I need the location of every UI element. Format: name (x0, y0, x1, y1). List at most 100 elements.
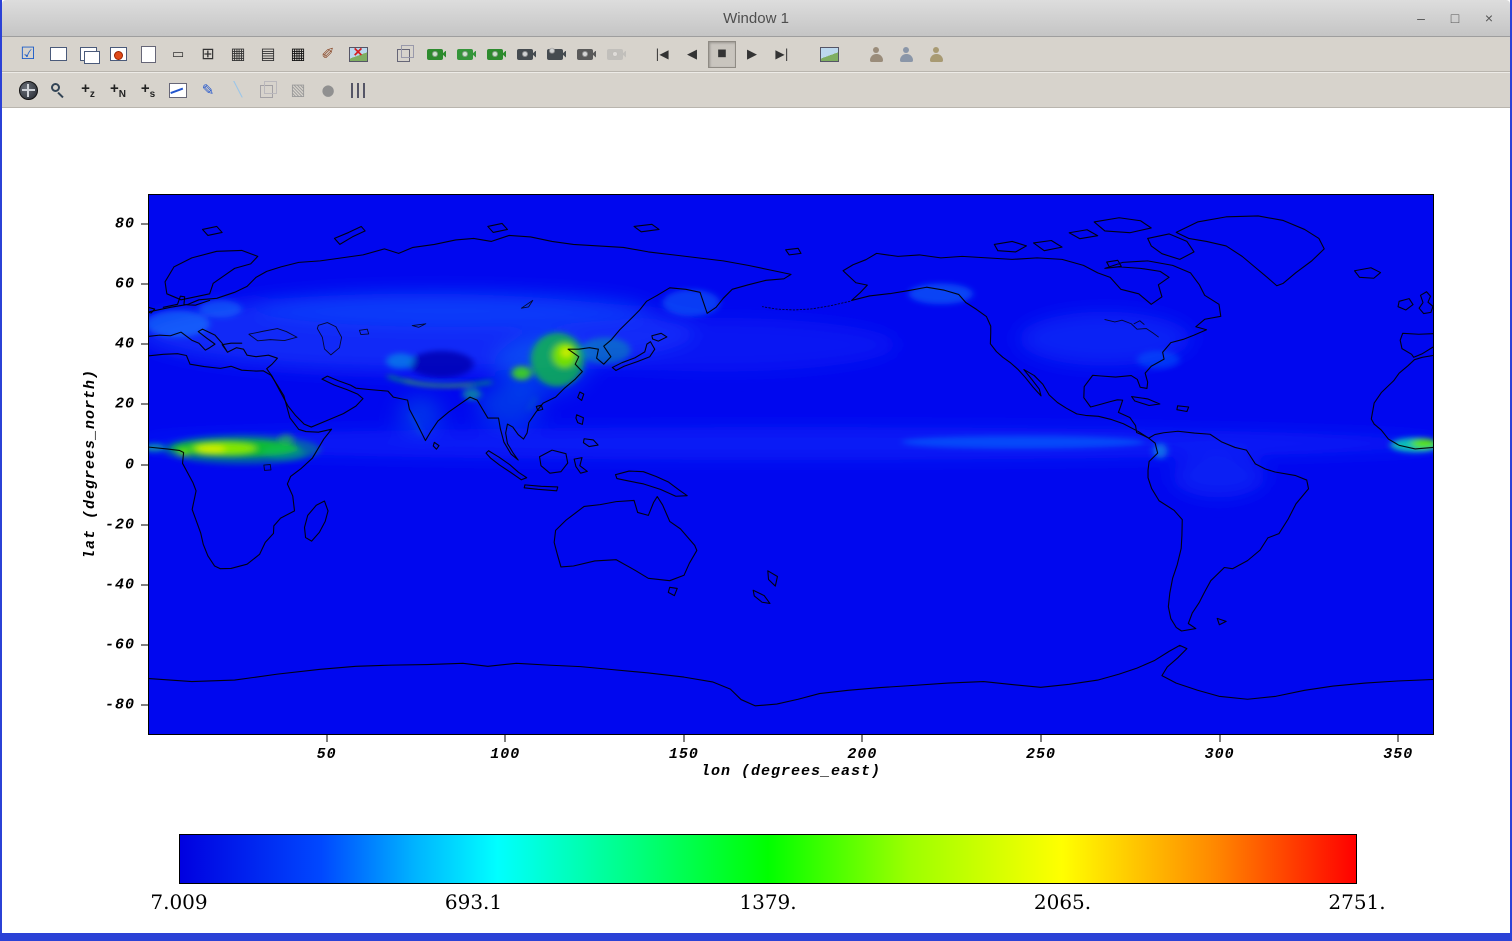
box-icon[interactable] (254, 77, 282, 104)
zoom-icon[interactable] (44, 77, 72, 104)
stop-icon[interactable]: ■ (708, 41, 736, 68)
y-tick-mark (141, 284, 148, 285)
y-tick-label: -80 (105, 696, 135, 713)
close-button[interactable]: × (1476, 6, 1502, 30)
colorbar-labels: 7.009693.11379.2065.2751. (179, 890, 1357, 918)
colorbar-label: 2065. (1034, 890, 1091, 914)
y-ticks: 806040200-20-40-60-80 (94, 194, 148, 735)
toolbar-separator (631, 37, 646, 71)
y-tick-label: 20 (115, 396, 135, 413)
add-z-button-glyph: +z (81, 80, 95, 100)
cube-icon-glyph (397, 49, 410, 62)
duplicate-window-icon[interactable] (74, 41, 102, 68)
printer-icon[interactable] (862, 41, 890, 68)
camera-x-icon-glyph (547, 49, 563, 60)
play-reverse-icon[interactable]: ◀ (678, 41, 706, 68)
compass-icon-glyph (19, 81, 38, 100)
plot[interactable] (148, 194, 1434, 735)
page-icon-glyph (141, 46, 156, 63)
printer-color-icon-glyph (899, 47, 914, 62)
colorbar-label: 693.1 (445, 890, 502, 914)
step-back-icon[interactable]: |◀ (648, 41, 676, 68)
compass-icon[interactable] (14, 77, 42, 104)
play-icon[interactable]: ▶ (738, 41, 766, 68)
window-icon[interactable] (44, 41, 72, 68)
add-s-button[interactable]: +s (134, 77, 162, 104)
printer-color-icon[interactable] (892, 41, 920, 68)
camera-alt-icon[interactable] (481, 41, 509, 68)
grid-bold-icon[interactable]: ▦ (284, 41, 312, 68)
camera-disabled-icon[interactable] (601, 41, 629, 68)
x-tick-mark (862, 735, 863, 742)
camera-dark-icon-glyph (517, 49, 533, 60)
toolbar-separator (845, 37, 860, 71)
world-map (149, 195, 1433, 734)
line-plot-icon[interactable] (164, 77, 192, 104)
sliders-icon[interactable] (344, 77, 372, 104)
y-tick-mark (141, 644, 148, 645)
minimize-button[interactable]: – (1408, 6, 1434, 30)
play-icon-glyph: ▶ (747, 48, 757, 61)
pen-icon[interactable]: ✎ (194, 77, 222, 104)
keyboard-icon-glyph: ▤ (260, 46, 275, 62)
step-back-icon-glyph: |◀ (655, 48, 668, 60)
x-tick-mark (683, 735, 684, 742)
sphere-icon-glyph: ● (321, 83, 334, 98)
line-plot-icon-glyph (169, 83, 187, 98)
y-tick-mark (141, 344, 148, 345)
x-tick-mark (1219, 735, 1220, 742)
film-camera-icon[interactable] (421, 41, 449, 68)
record-window-icon[interactable] (104, 41, 132, 68)
camera-dark2-icon-glyph (577, 49, 593, 60)
brush-icon[interactable]: ✐ (314, 41, 342, 68)
y-tick-label: -40 (105, 576, 135, 593)
camera-x-icon[interactable] (541, 41, 569, 68)
grid-icon-glyph: ⊞ (201, 46, 214, 62)
table-icon-glyph: ▦ (230, 46, 245, 62)
camera-icon[interactable] (451, 41, 479, 68)
page-icon[interactable] (134, 41, 162, 68)
colorbar (179, 834, 1357, 884)
y-tick-label: 40 (115, 336, 135, 353)
landscape-page-icon[interactable]: ▭ (164, 41, 192, 68)
x-axis-label: lon (degrees_east) (148, 763, 1434, 780)
camera-disabled-icon-glyph (607, 49, 623, 60)
camera-alt-icon-glyph (487, 49, 503, 60)
checkbox-icon[interactable]: ☑ (14, 41, 42, 68)
stop-icon-glyph: ■ (717, 49, 726, 59)
colorbar-label: 1379. (739, 890, 796, 914)
step-forward-icon[interactable]: ▶| (768, 41, 796, 68)
x-tick-label: 50 (317, 746, 337, 763)
box-solid-icon[interactable]: ▧ (284, 77, 312, 104)
table-icon[interactable]: ▦ (224, 41, 252, 68)
add-s-button-glyph: +s (141, 80, 155, 100)
sphere-icon[interactable]: ● (314, 77, 342, 104)
image-discard-icon-glyph (349, 47, 368, 62)
camera-dark-icon[interactable] (511, 41, 539, 68)
main-toolbar: ☑▭⊞▦▤▦✐|◀◀■▶▶| (2, 37, 1510, 72)
add-n-button[interactable]: +N (104, 77, 132, 104)
film-camera-icon-glyph (427, 49, 443, 60)
printer-setup-icon[interactable] (922, 41, 950, 68)
maximize-button[interactable]: □ (1442, 6, 1468, 30)
colorbar-label: 7.009 (150, 890, 207, 914)
y-tick-mark (141, 584, 148, 585)
toolbar-separator (374, 37, 389, 71)
line-tool-icon[interactable]: ╲ (224, 77, 252, 104)
keyboard-icon[interactable]: ▤ (254, 41, 282, 68)
record-window-icon-glyph (110, 47, 127, 61)
y-tick-mark (141, 524, 148, 525)
add-z-button[interactable]: +z (74, 77, 102, 104)
cube-icon[interactable] (391, 41, 419, 68)
camera-dark2-icon[interactable] (571, 41, 599, 68)
y-tick-mark (141, 404, 148, 405)
printer-setup-icon-glyph (929, 47, 944, 62)
checkbox-icon-glyph: ☑ (20, 46, 35, 63)
window-controls: –□ × (1408, 0, 1502, 36)
y-tick-mark (141, 704, 148, 705)
zoom-icon-glyph (50, 82, 66, 98)
titlebar[interactable]: Window 1 –□× (2, 0, 1510, 37)
image-discard-icon[interactable] (344, 41, 372, 68)
image-icon[interactable] (815, 41, 843, 68)
grid-icon[interactable]: ⊞ (194, 41, 222, 68)
